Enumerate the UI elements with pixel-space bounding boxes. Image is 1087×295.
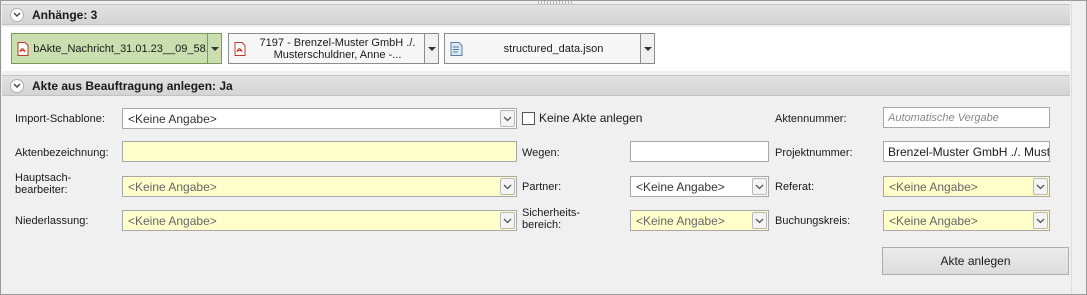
attachments-list: WebAkte_Nachricht_31.01.23__09_58.pdf 71… <box>2 27 1070 71</box>
chevron-down-icon[interactable] <box>1033 178 1048 195</box>
aktennummer-input[interactable]: Automatische Vergabe <box>883 107 1050 128</box>
buchungskreis-label: Buchungskreis: <box>775 215 851 227</box>
hauptsachbearbeiter-label-1: Hauptsach- <box>15 172 72 184</box>
chevron-down-icon[interactable] <box>207 34 221 63</box>
chevron-down-icon[interactable] <box>500 212 515 229</box>
projektnummer-label: Projektnummer: <box>775 147 853 159</box>
niederlassung-label: Niederlassung: <box>15 215 89 227</box>
referat-select[interactable]: <Keine Angabe> <box>883 176 1050 197</box>
referat-label: Referat: <box>775 181 815 193</box>
import-schablone-label: Import-Schablone: <box>15 113 105 125</box>
sicherheitsbereich-value: <Keine Angabe> <box>636 213 725 228</box>
aktenbezeichnung-input[interactable] <box>122 141 517 162</box>
chevron-down-icon[interactable] <box>752 178 767 195</box>
partner-select[interactable]: <Keine Angabe> <box>630 176 769 197</box>
chevron-down-icon[interactable] <box>500 178 515 195</box>
chevron-down-icon[interactable] <box>424 34 438 63</box>
import-schablone-select[interactable]: <Keine Angabe> <box>122 108 517 129</box>
sicherheitsbereich-select[interactable]: <Keine Angabe> <box>630 210 769 231</box>
sicherheitsbereich-label-2: bereich: <box>522 219 562 231</box>
attachment-label: WebAkte_Nachricht_31.01.23__09_58.pdf <box>34 42 207 55</box>
attachment-item-3[interactable]: structured_data.json <box>444 33 655 64</box>
wegen-label: Wegen: <box>522 147 560 159</box>
attachments-title: Anhänge: 3 <box>32 7 98 22</box>
import-schablone-value: <Keine Angabe> <box>128 111 217 126</box>
pdf-icon <box>229 34 251 63</box>
niederlassung-select[interactable]: <Keine Angabe> <box>122 210 517 231</box>
aktenbezeichnung-label: Aktenbezeichnung: <box>15 147 109 159</box>
keine-akte-label: Keine Akte anlegen <box>539 111 643 125</box>
window-frame: Anhänge: 3 WebAkte_Nachricht_31.01.23__0… <box>0 0 1087 295</box>
hauptsachbearbeiter-value: <Keine Angabe> <box>128 179 217 194</box>
referat-value: <Keine Angabe> <box>889 179 978 194</box>
buchungskreis-select[interactable]: <Keine Angabe> <box>883 210 1050 231</box>
checkbox-box[interactable] <box>522 111 535 125</box>
keine-akte-checkbox[interactable]: Keine Akte anlegen <box>522 111 642 125</box>
chevron-down-icon[interactable] <box>500 110 515 127</box>
niederlassung-value: <Keine Angabe> <box>128 213 217 228</box>
attachment-item-2[interactable]: 7197 - Brenzel-Muster GmbH ./. Mustersch… <box>228 33 439 64</box>
collapse-icon[interactable] <box>10 78 24 93</box>
akte-title: Akte aus Beauftragung anlegen: Ja <box>32 78 233 93</box>
akte-form: Import-Schablone: <Keine Angabe> Keine A… <box>2 97 1070 294</box>
attachment-label: 7197 - Brenzel-Muster GmbH ./. Mustersch… <box>259 36 416 61</box>
json-file-icon <box>445 34 467 63</box>
hauptsachbearbeiter-label-2: bearbeiter: <box>15 184 68 196</box>
attachment-label: structured_data.json <box>503 42 604 55</box>
partner-value: <Keine Angabe> <box>636 179 725 194</box>
akte-anlegen-button[interactable]: Akte anlegen <box>882 247 1069 275</box>
vertical-scrollbar[interactable] <box>1071 2 1086 294</box>
chevron-down-icon[interactable] <box>1033 212 1048 229</box>
attachments-header[interactable]: Anhänge: 3 <box>2 4 1070 25</box>
sicherheitsbereich-label-1: Sicherheits- <box>522 207 581 219</box>
chevron-down-icon[interactable] <box>640 34 654 63</box>
aktennummer-label: Aktennummer: <box>775 113 847 125</box>
partner-label: Partner: <box>522 181 562 193</box>
pdf-icon <box>12 34 34 63</box>
projektnummer-input[interactable]: Brenzel-Muster GmbH ./. Mustersc <box>883 141 1050 162</box>
attachment-item-1[interactable]: WebAkte_Nachricht_31.01.23__09_58.pdf <box>11 33 222 64</box>
collapse-icon[interactable] <box>10 7 24 22</box>
buchungskreis-value: <Keine Angabe> <box>889 213 978 228</box>
hauptsachbearbeiter-select[interactable]: <Keine Angabe> <box>122 176 517 197</box>
chevron-down-icon[interactable] <box>752 212 767 229</box>
akte-header[interactable]: Akte aus Beauftragung anlegen: Ja <box>2 75 1070 96</box>
wegen-input[interactable] <box>630 141 769 162</box>
